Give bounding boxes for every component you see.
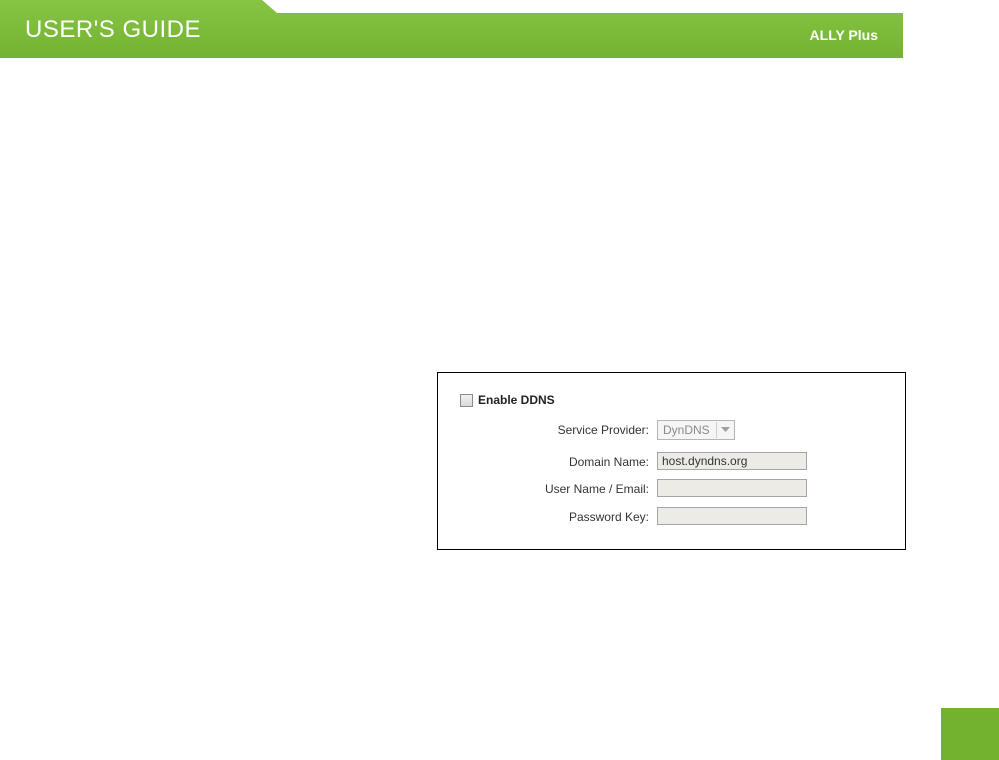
product-name: ALLY Plus xyxy=(809,27,878,43)
password-label: Password Key: xyxy=(568,510,649,524)
service-provider-select[interactable]: DynDNS xyxy=(657,420,735,440)
username-label: User Name / Email: xyxy=(544,482,649,496)
username-input[interactable] xyxy=(657,479,807,497)
password-row: Password Key: xyxy=(438,507,905,527)
enable-ddns-label: Enable DDNS xyxy=(478,393,555,407)
username-row: User Name / Email: xyxy=(438,479,905,499)
domain-name-input[interactable]: host.dyndns.org xyxy=(657,452,807,470)
header-banner: USER'S GUIDE ALLY Plus xyxy=(0,0,903,58)
guide-title: USER'S GUIDE xyxy=(25,16,201,43)
password-input[interactable] xyxy=(657,507,807,525)
chevron-down-icon[interactable] xyxy=(716,422,733,438)
ddns-settings-panel: Enable DDNS Service Provider: DynDNS Dom… xyxy=(437,372,906,550)
enable-ddns-checkbox[interactable] xyxy=(460,393,473,407)
page-corner-tab xyxy=(941,708,999,760)
domain-name-row: Domain Name: host.dyndns.org xyxy=(438,452,905,472)
service-provider-value: DynDNS xyxy=(663,423,710,437)
service-provider-row: Service Provider: DynDNS xyxy=(438,420,905,440)
domain-name-label: Domain Name: xyxy=(568,455,649,469)
page: USER'S GUIDE ALLY Plus Enable DDNS Servi… xyxy=(0,0,999,760)
service-provider-label: Service Provider: xyxy=(557,423,649,437)
enable-ddns-row[interactable]: Enable DDNS xyxy=(460,393,555,407)
